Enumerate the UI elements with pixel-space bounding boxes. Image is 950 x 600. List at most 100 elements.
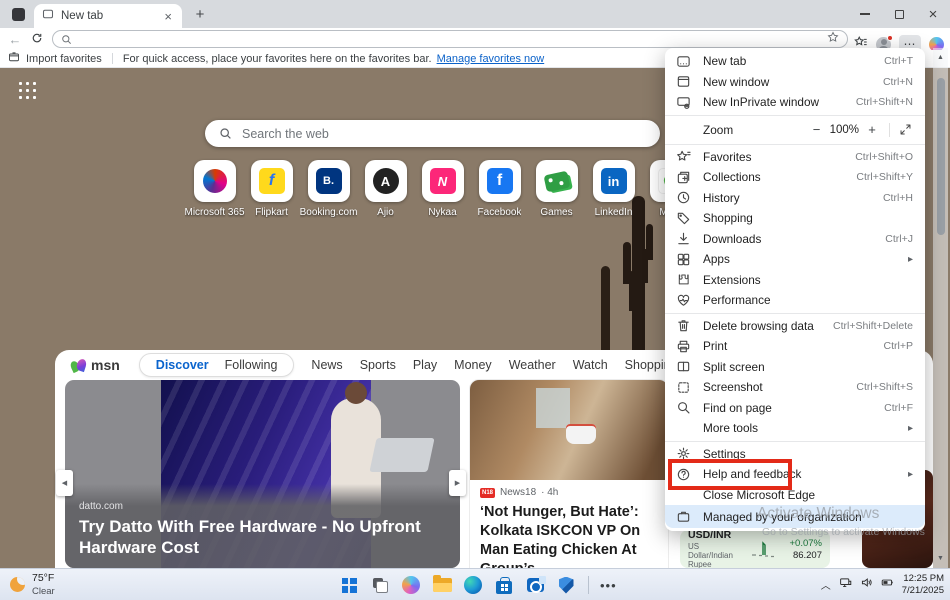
nav-tab-money[interactable]: Money xyxy=(454,358,492,372)
clock-time: 12:25 PM xyxy=(902,573,944,585)
menu-item-performance[interactable]: Performance xyxy=(665,290,925,311)
menu-item-history[interactable]: HistoryCtrl+H xyxy=(665,188,925,209)
news-headline: ‘Not Hunger, But Hate’: Kolkata ISKCON V… xyxy=(480,503,658,568)
nav-tab-news[interactable]: News xyxy=(311,358,342,372)
restore-button[interactable] xyxy=(882,0,916,28)
menu-item-new-inprivate-window[interactable]: New InPrivate windowCtrl+Shift+N xyxy=(665,92,925,113)
browser-tab[interactable]: New tab × xyxy=(34,4,182,28)
tray-chevron-icon[interactable]: ︿ xyxy=(821,577,831,592)
shortcut-facebook[interactable]: fFacebook xyxy=(471,160,528,218)
volume-icon[interactable] xyxy=(860,576,873,594)
nav-tab-sports[interactable]: Sports xyxy=(360,358,396,372)
start-button[interactable] xyxy=(338,574,360,596)
task-view-icon xyxy=(373,578,388,593)
history-icon xyxy=(676,190,691,205)
menu-item-favorites[interactable]: FavoritesCtrl+Shift+O xyxy=(665,147,925,168)
new-tab-button[interactable]: + xyxy=(190,6,210,23)
page-layout-grid-icon[interactable] xyxy=(19,82,37,100)
menu-item-close-microsoft-edge[interactable]: Close Microsoft Edge xyxy=(665,485,925,506)
zoom-out-button[interactable]: − xyxy=(808,122,826,137)
shortcut-games[interactable]: Games xyxy=(528,160,585,218)
menu-item-screenshot[interactable]: ScreenshotCtrl+Shift+S xyxy=(665,377,925,398)
nav-tab-discover[interactable]: Discover xyxy=(156,358,209,372)
currency-change: +0.07% xyxy=(790,538,823,549)
news-card[interactable]: N18 News18 · 4h ‘Not Hunger, But Hate’: … xyxy=(470,380,668,568)
carousel-next-button[interactable]: ▶ xyxy=(449,470,466,496)
page-scrollbar[interactable]: ▲ ▼ xyxy=(933,48,948,568)
shortcut-nykaa[interactable]: NNykaa xyxy=(414,160,471,218)
finance-widget[interactable]: USD/INR US Dollar/Indian Rupee +0.07% 86… xyxy=(680,530,830,568)
nav-tab-weather[interactable]: Weather xyxy=(509,358,556,372)
address-bar[interactable] xyxy=(52,30,848,48)
nav-tab-following[interactable]: Following xyxy=(225,358,278,372)
downloads-icon xyxy=(676,231,691,246)
menu-item-downloads[interactable]: DownloadsCtrl+J xyxy=(665,229,925,250)
menu-item-help-and-feedback[interactable]: Help and feedback xyxy=(665,464,925,485)
sponsored-card[interactable]: datto.com Try Datto With Free Hardware -… xyxy=(65,380,460,568)
taskbar-overflow-button[interactable]: ••• xyxy=(600,578,617,593)
menu-item-more-tools[interactable]: More tools xyxy=(665,418,925,439)
news-source: News18 xyxy=(500,487,536,498)
nav-tab-play[interactable]: Play xyxy=(413,358,437,372)
extensions-icon xyxy=(676,272,691,287)
currency-value: 86.207 xyxy=(790,550,823,561)
microsoft-store-button[interactable] xyxy=(493,574,515,596)
scrollbar-thumb[interactable] xyxy=(937,78,945,235)
edge-button[interactable] xyxy=(462,574,484,596)
scroll-down-icon[interactable]: ▼ xyxy=(933,555,948,562)
outlook-button[interactable] xyxy=(524,574,546,596)
menu-item-new-window[interactable]: New windowCtrl+N xyxy=(665,72,925,93)
task-view-button[interactable] xyxy=(369,574,391,596)
zoom-in-button[interactable]: + xyxy=(863,122,881,137)
search-icon xyxy=(219,127,232,140)
web-search-box[interactable]: Search the web xyxy=(205,120,660,147)
menu-item-split-screen[interactable]: Split screen xyxy=(665,357,925,378)
ajio-icon: A xyxy=(373,168,399,194)
manage-favorites-link[interactable]: Manage favorites now xyxy=(437,53,545,65)
cactus-silhouette xyxy=(601,266,610,350)
menu-item-managed-by-organization[interactable]: Managed by your organization xyxy=(665,505,925,528)
menu-item-delete-browsing-data[interactable]: Delete browsing dataCtrl+Shift+Delete xyxy=(665,316,925,337)
menu-item-new-tab[interactable]: New tabCtrl+T xyxy=(665,51,925,72)
menu-item-shopping[interactable]: Shopping xyxy=(665,208,925,229)
network-icon[interactable] xyxy=(839,576,852,594)
cactus-silhouette xyxy=(632,196,645,350)
taskbar-weather-widget[interactable]: 75°F Clear xyxy=(10,572,55,596)
news-photo xyxy=(470,380,668,480)
scroll-up-icon[interactable]: ▲ xyxy=(933,54,948,61)
back-button[interactable]: ← xyxy=(4,32,26,47)
minimize-button[interactable] xyxy=(848,0,882,28)
shopping-tag-icon xyxy=(676,211,691,226)
menu-item-print[interactable]: PrintCtrl+P xyxy=(665,336,925,357)
clear-night-weather-icon xyxy=(10,577,25,592)
shortcut-flipkart[interactable]: fFlipkart xyxy=(243,160,300,218)
tab-close-icon[interactable]: × xyxy=(162,9,174,24)
battery-icon[interactable] xyxy=(881,576,894,594)
split-screen-icon xyxy=(676,359,691,374)
shortcut-booking[interactable]: B.Booking.com xyxy=(300,160,357,218)
menu-item-settings[interactable]: Settings xyxy=(665,444,925,465)
refresh-button[interactable] xyxy=(26,32,48,47)
shortcut-linkedin[interactable]: inLinkedIn xyxy=(585,160,642,218)
carousel-prev-button[interactable]: ◀ xyxy=(56,470,73,496)
msn-logo[interactable]: msn xyxy=(71,357,120,373)
menu-item-collections[interactable]: CollectionsCtrl+Shift+Y xyxy=(665,167,925,188)
menu-item-find-on-page[interactable]: Find on pageCtrl+F xyxy=(665,398,925,419)
shortcut-ajio[interactable]: AAjio xyxy=(357,160,414,218)
workspaces-icon[interactable] xyxy=(12,8,25,21)
copilot-button[interactable] xyxy=(400,574,422,596)
favorite-star-icon[interactable] xyxy=(827,30,839,48)
shortcut-microsoft-365[interactable]: Microsoft 365 xyxy=(186,160,243,218)
fullscreen-icon[interactable] xyxy=(898,122,913,137)
taskbar-clock[interactable]: 12:25 PM 7/21/2025 xyxy=(902,573,944,598)
flipkart-icon: f xyxy=(259,168,285,194)
title-bar: New tab × + × xyxy=(0,0,950,28)
import-favorites-button[interactable]: Import favorites xyxy=(26,53,102,65)
nav-tab-watch[interactable]: Watch xyxy=(573,358,608,372)
menu-item-extensions[interactable]: Extensions xyxy=(665,270,925,291)
file-explorer-button[interactable] xyxy=(431,574,453,596)
msn-butterfly-icon xyxy=(71,358,87,373)
windows-security-button[interactable] xyxy=(555,574,577,596)
close-window-button[interactable]: × xyxy=(916,0,950,28)
menu-item-apps[interactable]: Apps xyxy=(665,249,925,270)
